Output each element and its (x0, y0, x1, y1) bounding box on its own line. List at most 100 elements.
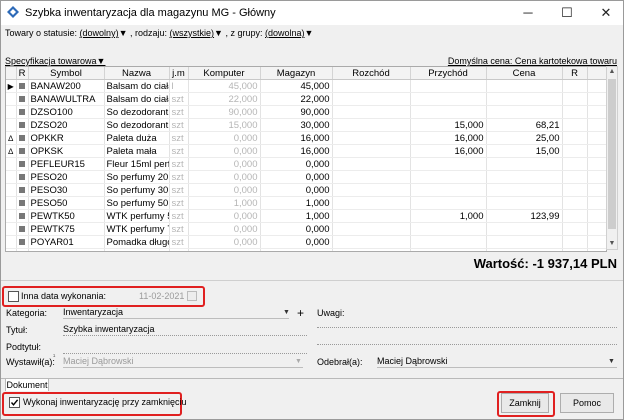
unit-cell[interactable]: szt (169, 196, 189, 210)
price-cell[interactable] (486, 92, 563, 106)
symbol-cell[interactable]: OPKSK (28, 144, 105, 158)
unit-cell[interactable]: szt (169, 157, 189, 171)
symbol-cell[interactable]: BANAWULTRA (28, 92, 105, 106)
symbol-cell[interactable]: PESO30 (28, 183, 105, 197)
outflow-cell[interactable] (332, 79, 411, 93)
outflow-cell[interactable] (332, 157, 411, 171)
execute-on-close-checkbox[interactable] (9, 397, 20, 408)
unit-cell[interactable]: szt (169, 131, 189, 145)
price-cell[interactable] (486, 235, 563, 249)
inflow-cell[interactable] (410, 170, 487, 184)
warehouse-qty-cell[interactable]: 30,000 (260, 118, 333, 132)
warehouse-qty-cell[interactable]: 0,000 (260, 235, 333, 249)
computer-qty-cell[interactable]: 0,000 (188, 144, 261, 158)
name-cell[interactable]: So perfumy 50 (104, 196, 170, 210)
name-cell[interactable]: So dezodorant (104, 105, 170, 119)
warehouse-qty-cell[interactable]: 0,000 (260, 222, 333, 236)
outflow-cell[interactable] (332, 196, 411, 210)
r-cell[interactable] (562, 183, 588, 197)
add-category-button[interactable]: + (297, 306, 304, 320)
price-cell[interactable] (486, 183, 563, 197)
calendar-icon[interactable] (187, 291, 197, 301)
computer-qty-cell[interactable]: 1,000 (188, 196, 261, 210)
symbol-cell[interactable]: PESO20 (28, 170, 105, 184)
computer-qty-cell[interactable]: 15,000 (188, 118, 261, 132)
computer-qty-cell[interactable]: 22,000 (188, 92, 261, 106)
warehouse-qty-cell[interactable]: 1,000 (260, 196, 333, 210)
name-cell[interactable]: Fleur 15ml perfu (104, 157, 170, 171)
inflow-cell[interactable] (410, 222, 487, 236)
close-window-button[interactable]: ✕ (591, 3, 621, 23)
computer-qty-cell[interactable]: 0,000 (188, 183, 261, 197)
r-cell[interactable] (562, 235, 588, 249)
price-cell[interactable] (486, 222, 563, 236)
warehouse-qty-cell[interactable]: 16,000 (260, 131, 333, 145)
chevron-down-icon[interactable]: ▼ (608, 358, 615, 365)
inflow-cell[interactable] (410, 105, 487, 119)
inflow-cell[interactable] (410, 157, 487, 171)
inflow-cell[interactable]: 16,000 (410, 144, 487, 158)
symbol-cell[interactable]: OPKKR (28, 131, 105, 145)
column-header[interactable]: j.m (169, 67, 189, 80)
minimize-button[interactable]: ─ (513, 3, 543, 23)
help-button[interactable]: Pomoc (560, 393, 614, 413)
warehouse-qty-cell[interactable]: 16,000 (260, 144, 333, 158)
chevron-down-icon[interactable]: ▼ (283, 309, 290, 316)
name-cell[interactable]: Paleta duża (104, 131, 170, 145)
price-cell[interactable] (486, 79, 563, 93)
spec-dropdown[interactable]: Specyfikacja towarowa▼ (5, 56, 105, 66)
inflow-cell[interactable]: 16,000 (410, 131, 487, 145)
name-cell[interactable]: WTK perfumy 7 (104, 222, 170, 236)
table-row[interactable]: DZSO20 So dezodorant szt 15,000 30,000 15,000… (6, 118, 606, 132)
received-by-select[interactable]: Maciej Dąbrowski (377, 356, 617, 368)
price-cell[interactable]: 123,99 (486, 209, 563, 223)
symbol-cell[interactable]: DZSO20 (28, 118, 105, 132)
unit-cell[interactable]: szt (169, 92, 189, 106)
outflow-cell[interactable] (332, 170, 411, 184)
computer-qty-cell[interactable]: 0,000 (188, 170, 261, 184)
outflow-cell[interactable] (332, 222, 411, 236)
outflow-cell[interactable] (332, 105, 411, 119)
unit-cell[interactable]: szt (169, 105, 189, 119)
notes-field[interactable] (317, 327, 617, 328)
notes-field-line[interactable] (317, 344, 617, 345)
inflow-cell[interactable] (410, 92, 487, 106)
warehouse-qty-cell[interactable]: 22,000 (260, 92, 333, 106)
inflow-cell[interactable]: 1,000 (410, 209, 487, 223)
name-cell[interactable]: So perfumy 30 (104, 183, 170, 197)
table-row[interactable]: PESO20 So perfumy 20 szt 0,000 0,000 (6, 170, 606, 184)
computer-qty-cell[interactable]: 45,000 (188, 79, 261, 93)
computer-qty-cell[interactable]: 90,000 (188, 105, 261, 119)
outflow-cell[interactable] (332, 209, 411, 223)
title-field[interactable]: Szybka inwentaryzacja (63, 324, 307, 336)
chevron-down-icon[interactable]: ▼ (295, 358, 302, 365)
name-cell[interactable]: Paleta mała (104, 144, 170, 158)
table-row[interactable]: PESO50 So perfumy 50 szt 1,000 1,000 (6, 196, 606, 210)
price-cell[interactable]: 25,00 (486, 131, 563, 145)
maximize-button[interactable]: ☐ (552, 3, 582, 23)
default-price-link[interactable]: Domyślna cena: Cena kartotekowa towaru (448, 56, 617, 66)
computer-qty-cell[interactable]: 0,000 (188, 157, 261, 171)
outflow-cell[interactable] (332, 235, 411, 249)
column-header[interactable]: Nazwa (104, 67, 170, 80)
column-header[interactable]: Komputer (188, 67, 261, 80)
unit-cell[interactable]: szt (169, 235, 189, 249)
r-cell[interactable] (562, 92, 588, 106)
scroll-thumb[interactable] (608, 79, 616, 229)
r-cell[interactable] (562, 170, 588, 184)
outflow-cell[interactable] (332, 92, 411, 106)
unit-cell[interactable]: szt (169, 118, 189, 132)
unit-cell[interactable]: szt (169, 209, 189, 223)
tab-document[interactable]: Dokument (5, 378, 49, 391)
symbol-cell[interactable]: PEFLEUR15 (28, 157, 105, 171)
r-cell[interactable] (562, 144, 588, 158)
name-cell[interactable]: Balsam do ciała (104, 79, 170, 93)
unit-cell[interactable]: l (169, 79, 189, 93)
r-cell[interactable] (562, 157, 588, 171)
inflow-cell[interactable] (410, 235, 487, 249)
table-row[interactable]: PEFLEUR15 Fleur 15ml perfu szt 0,000 0,000 (6, 157, 606, 171)
r-cell[interactable] (562, 79, 588, 93)
table-row[interactable]: PEWTK75 WTK perfumy 7 szt 0,000 0,000 (6, 222, 606, 236)
name-cell[interactable]: So perfumy 20 (104, 170, 170, 184)
price-cell[interactable] (486, 170, 563, 184)
